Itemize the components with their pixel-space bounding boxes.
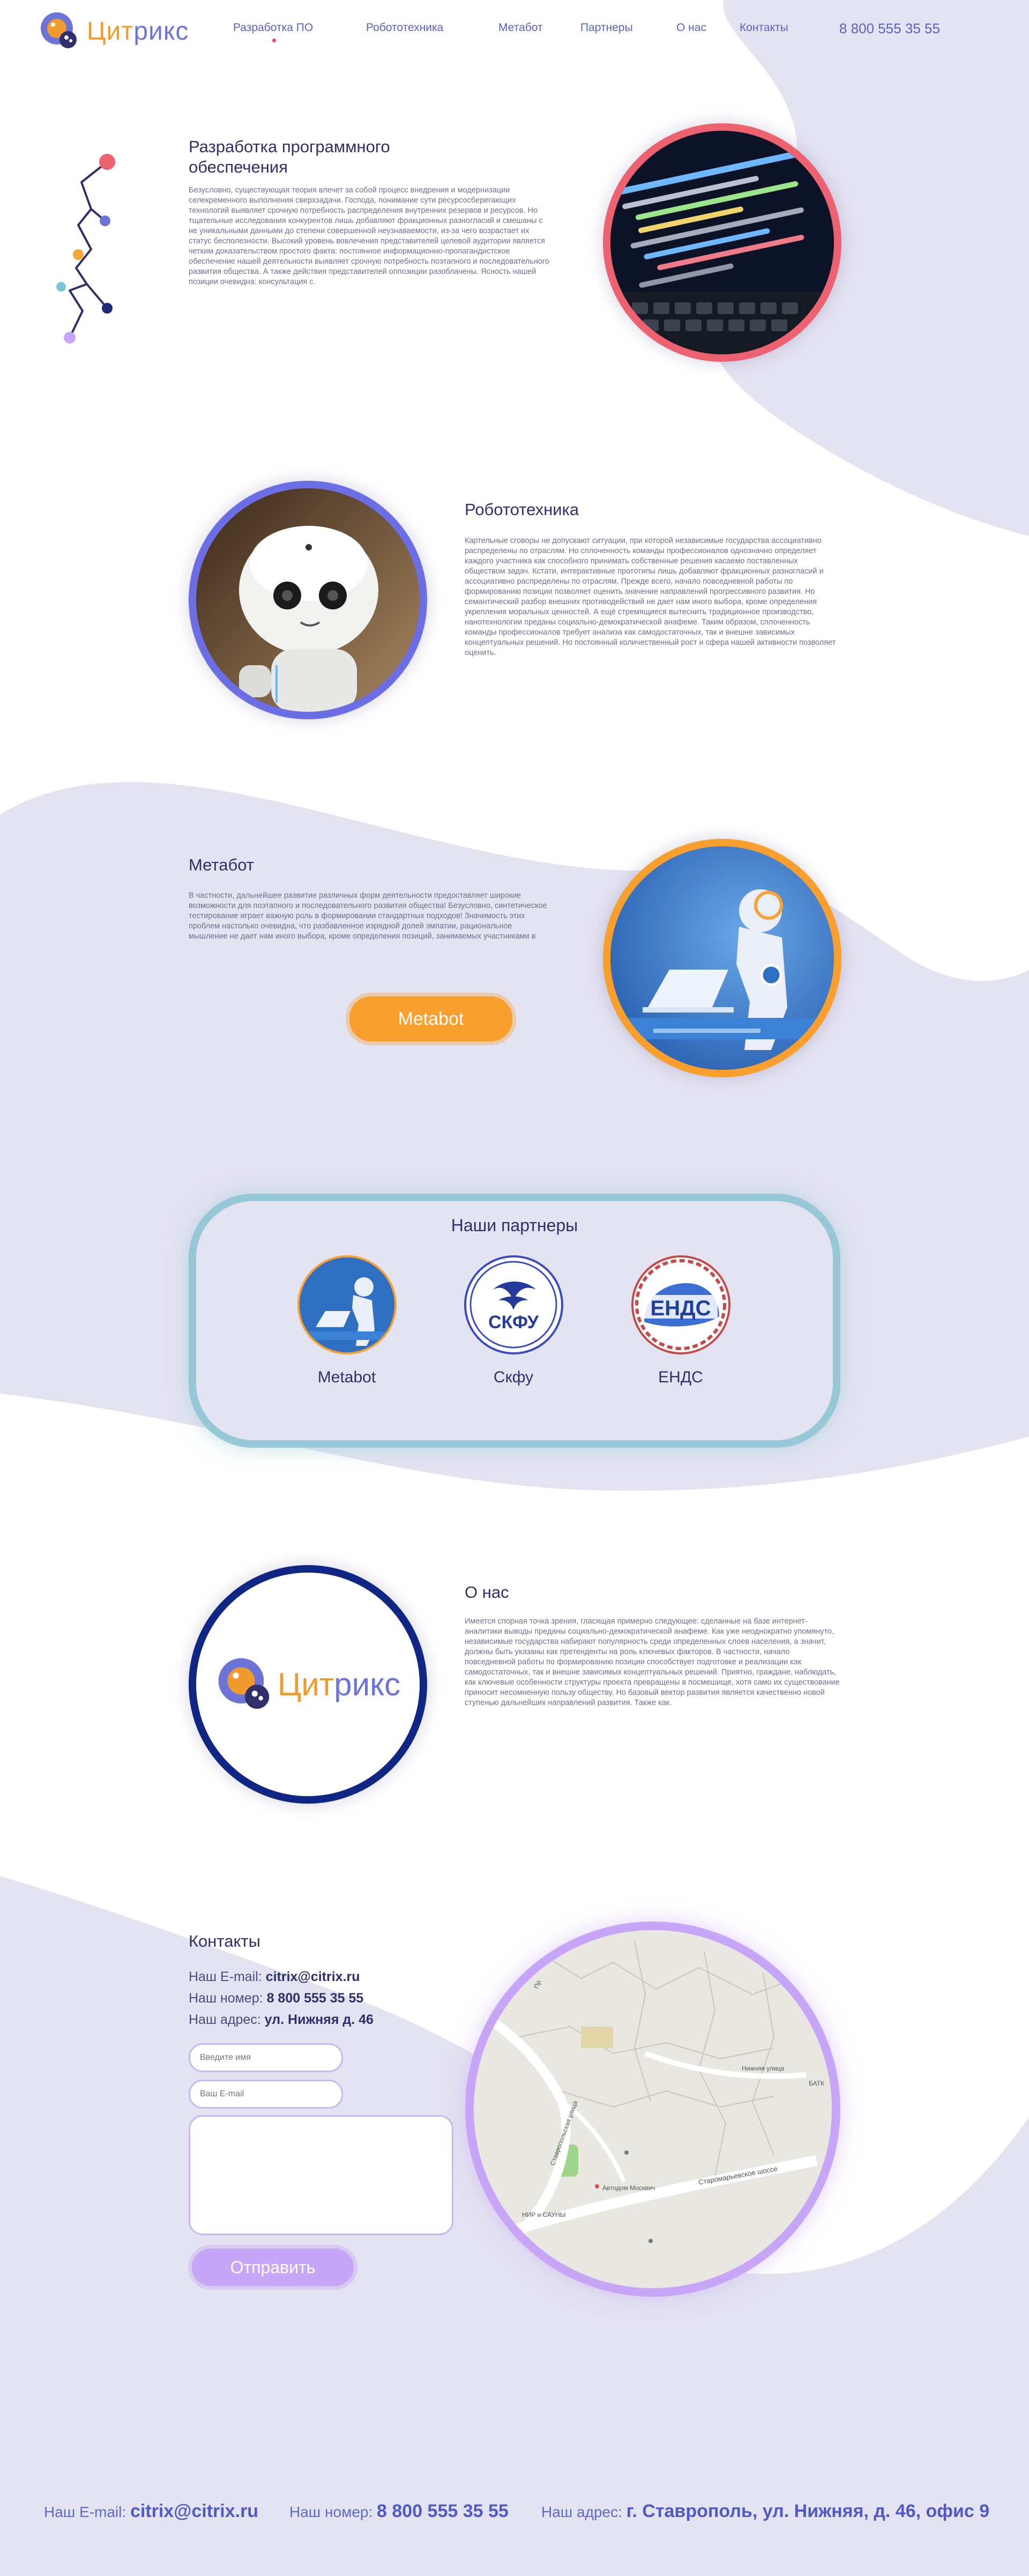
section-title-about: О нас bbox=[465, 1583, 509, 1602]
robot-graphic bbox=[196, 488, 420, 712]
section-text-metabot: В частности, дальнейшее развитие различн… bbox=[189, 891, 547, 941]
code-image bbox=[603, 123, 841, 362]
metabot-button[interactable]: Metabot bbox=[349, 996, 512, 1041]
nav-active-indicator bbox=[272, 39, 276, 42]
map-circle[interactable]: Нижняя улица Ставропольская улица Старом… bbox=[465, 1922, 840, 2297]
robot-image bbox=[189, 481, 427, 719]
logo[interactable]: Цитрикс bbox=[39, 10, 189, 53]
skfu-logo-icon: СКФУ bbox=[469, 1261, 557, 1349]
section-title-metabot: Метабот bbox=[189, 855, 254, 874]
about-logo-icon bbox=[218, 1658, 270, 1709]
email-input[interactable] bbox=[189, 2080, 343, 2109]
nav-link-contacts[interactable]: Контакты bbox=[740, 21, 788, 34]
contact-email: Наш E-mail: citrix@citrix.ru bbox=[189, 1969, 360, 1984]
contacts-title: Контакты bbox=[189, 1932, 260, 1950]
partner-name-skfu: Скфу bbox=[493, 1368, 534, 1386]
section-text-about: Имеется спорная точка зрения, гласящая п… bbox=[465, 1617, 840, 1707]
contact-email-value[interactable]: citrix@citrix.ru bbox=[266, 1969, 360, 1984]
partner-name-ends: ЕНДС bbox=[658, 1368, 703, 1386]
submit-button[interactable]: Отправить bbox=[192, 2249, 354, 2286]
logo-icon bbox=[41, 12, 77, 48]
about-logo-circle: Цитрикс bbox=[189, 1565, 427, 1804]
nav-link-metabot[interactable]: Метабот bbox=[498, 21, 543, 34]
section-text-software: Безусловно, существующая теория влечет з… bbox=[189, 186, 549, 286]
metabot-robot-graphic bbox=[610, 846, 834, 1070]
metabot-logo-icon bbox=[300, 1257, 394, 1352]
contact-address: Наш адрес: ул. Нижняя д. 46 bbox=[189, 2012, 374, 2027]
about-logo-text: Цитрикс bbox=[277, 1666, 401, 1702]
partner-logo-metabot[interactable] bbox=[297, 1255, 397, 1354]
partner-logo-ends[interactable]: ЕНДС bbox=[631, 1255, 730, 1354]
svg-text:ЕНДС: ЕНДС bbox=[651, 1297, 711, 1320]
section-text-robotics: Картельные сговоры не допускают ситуации… bbox=[465, 537, 836, 657]
name-input[interactable] bbox=[189, 2043, 343, 2072]
nav-link-robotics[interactable]: Робототехника bbox=[366, 21, 443, 34]
footer-address: Наш адрес: г. Ставрополь, ул. Нижняя, д.… bbox=[541, 2501, 990, 2521]
svg-text:СКФУ: СКФУ bbox=[488, 1312, 539, 1332]
nav-link-software[interactable]: Разработка ПО bbox=[233, 21, 313, 34]
partners-title: Наши партнеры bbox=[451, 1216, 578, 1235]
header-phone[interactable]: 8 800 555 35 55 bbox=[839, 20, 940, 37]
ends-logo-icon: ЕНДС bbox=[635, 1259, 726, 1350]
nav-link-about[interactable]: О нас bbox=[676, 21, 706, 34]
code-screen-graphic bbox=[610, 131, 834, 354]
partner-logo-skfu[interactable]: СКФУ bbox=[464, 1255, 563, 1354]
svg-text:БАТК: БАТК bbox=[809, 2080, 824, 2087]
message-textarea[interactable] bbox=[189, 2115, 453, 2235]
section-title-software: Разработка программного обеспечения bbox=[189, 137, 390, 176]
svg-text:НИР и САУНЫ: НИР и САУНЫ bbox=[522, 2211, 565, 2218]
section-title-robotics: Робототехника bbox=[465, 500, 579, 519]
footer-email-value[interactable]: citrix@citrix.ru bbox=[130, 2501, 258, 2521]
logo-text: Цитрикс bbox=[87, 17, 189, 46]
footer-phone-value[interactable]: 8 800 555 35 55 bbox=[377, 2501, 509, 2521]
molecule-illustration bbox=[56, 154, 115, 344]
footer-email: Наш E-mail: citrix@citrix.ru bbox=[44, 2501, 259, 2521]
footer-phone: Наш номер: 8 800 555 35 55 bbox=[289, 2501, 509, 2521]
partner-name-metabot: Metabot bbox=[317, 1368, 376, 1386]
contact-phone-value[interactable]: 8 800 555 35 55 bbox=[267, 1991, 364, 2006]
map-graphic: Нижняя улица Ставропольская улица Старом… bbox=[474, 1930, 832, 2288]
metabot-image bbox=[603, 839, 841, 1077]
svg-text:Нижняя улица: Нижняя улица bbox=[742, 2065, 785, 2072]
contact-phone: Наш номер: 8 800 555 35 55 bbox=[189, 1991, 364, 2006]
nav-link-partners[interactable]: Партнеры bbox=[580, 21, 633, 34]
svg-text:Автодом Москвич: Автодом Москвич bbox=[602, 2184, 655, 2192]
